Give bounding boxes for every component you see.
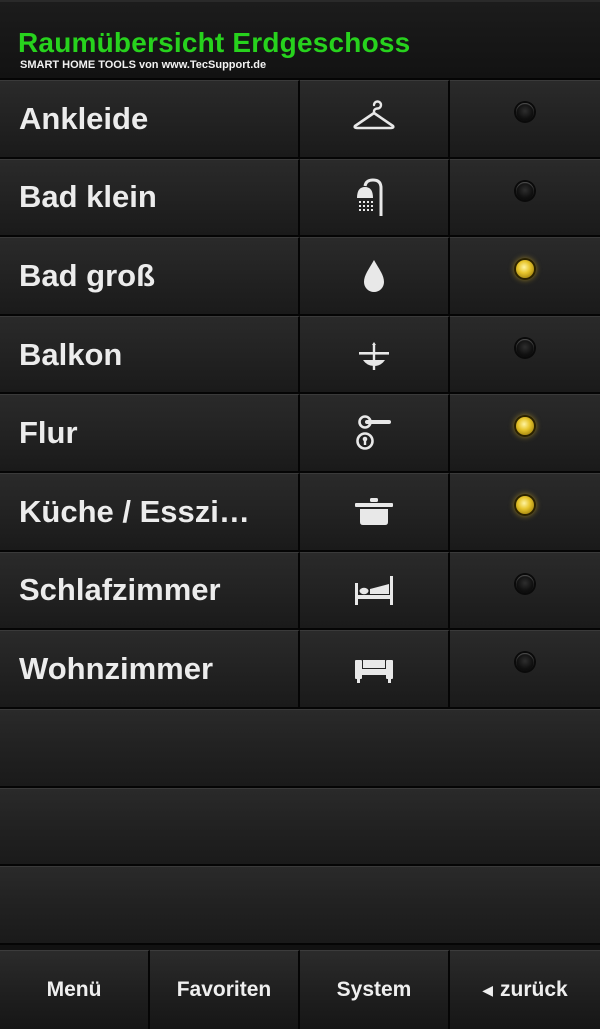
room-name-cell[interactable]: Wohnzimmer bbox=[0, 630, 300, 707]
room-name-cell[interactable]: Bad groß bbox=[0, 237, 300, 314]
status-led-off bbox=[516, 653, 534, 672]
patio-table-icon bbox=[359, 341, 389, 370]
room-status-cell bbox=[450, 472, 600, 550]
system-button-label: System bbox=[336, 978, 412, 1001]
status-led-off bbox=[516, 574, 534, 593]
room-row-bad-gross[interactable]: Bad groß bbox=[0, 237, 600, 316]
header: Raumübersicht Erdgeschoss SMART HOME TOO… bbox=[0, 0, 600, 80]
room-name-cell[interactable]: Flur bbox=[0, 394, 300, 471]
empty-row bbox=[0, 866, 600, 945]
room-status-cell bbox=[450, 158, 600, 236]
cooking-pot-icon bbox=[355, 497, 393, 525]
room-name-cell[interactable]: Küche / Esszi… bbox=[0, 472, 300, 550]
room-icon-cell[interactable] bbox=[300, 158, 450, 236]
back-arrow-icon: ◀ bbox=[482, 981, 494, 998]
room-row-ankleide[interactable]: Ankleide bbox=[0, 80, 600, 159]
empty-list-area bbox=[0, 709, 600, 945]
room-icon-cell[interactable] bbox=[300, 237, 450, 314]
footer-nav: Menü Favoriten System ◀ zurück bbox=[0, 950, 600, 1029]
water-drop-icon bbox=[364, 259, 384, 292]
status-led-off bbox=[516, 181, 534, 200]
room-name-cell[interactable]: Schlafzimmer bbox=[0, 551, 300, 629]
room-label: Bad groß bbox=[19, 257, 156, 293]
system-button[interactable]: System bbox=[300, 950, 450, 1029]
room-label: Ankleide bbox=[19, 100, 149, 136]
status-led-on bbox=[516, 417, 534, 436]
menu-button-label: Menü bbox=[46, 978, 102, 1001]
room-icon-cell[interactable] bbox=[300, 630, 450, 707]
room-row-kueche-esszimmer[interactable]: Küche / Esszi… bbox=[0, 472, 600, 552]
room-label: Balkon bbox=[19, 336, 123, 372]
room-status-cell bbox=[450, 80, 600, 157]
room-name-cell[interactable]: Ankleide bbox=[0, 80, 300, 157]
sofa-icon bbox=[355, 659, 393, 683]
shower-icon bbox=[357, 178, 383, 217]
room-row-flur[interactable]: Flur bbox=[0, 394, 600, 473]
hanger-icon bbox=[353, 100, 395, 130]
room-status-cell bbox=[450, 315, 600, 393]
room-icon-cell[interactable] bbox=[300, 551, 450, 629]
bed-icon bbox=[355, 576, 393, 606]
page-title: Raumübersicht Erdgeschoss bbox=[18, 27, 411, 58]
status-led-on bbox=[516, 260, 534, 279]
room-status-cell bbox=[450, 394, 600, 471]
back-button-label: zurück bbox=[500, 978, 568, 1001]
room-label: Küche / Esszi… bbox=[19, 493, 250, 529]
menu-button[interactable]: Menü bbox=[0, 950, 150, 1029]
room-row-bad-klein[interactable]: Bad klein bbox=[0, 158, 600, 238]
room-name-cell[interactable]: Balkon bbox=[0, 315, 300, 393]
room-status-cell bbox=[450, 630, 600, 707]
room-icon-cell[interactable] bbox=[300, 394, 450, 471]
favorites-button[interactable]: Favoriten bbox=[150, 950, 300, 1029]
back-button[interactable]: ◀ zurück bbox=[450, 950, 600, 1029]
status-led-off bbox=[516, 103, 534, 121]
empty-row bbox=[0, 787, 600, 867]
empty-row bbox=[0, 709, 600, 788]
status-led-off bbox=[516, 338, 534, 357]
door-handle-icon bbox=[356, 415, 391, 450]
room-row-balkon[interactable]: Balkon bbox=[0, 315, 600, 395]
page-subtitle: SMART HOME TOOLS von www.TecSupport.de bbox=[20, 59, 267, 71]
room-row-schlafzimmer[interactable]: Schlafzimmer bbox=[0, 551, 600, 631]
room-icon-cell[interactable] bbox=[300, 80, 450, 157]
room-icon-cell[interactable] bbox=[300, 472, 450, 550]
room-status-cell bbox=[450, 551, 600, 629]
room-label: Flur bbox=[19, 415, 78, 451]
app-window: Raumübersicht Erdgeschoss SMART HOME TOO… bbox=[0, 0, 600, 1029]
room-label: Bad klein bbox=[19, 179, 157, 215]
room-list: Ankleide Bad klein Bad groß Balkon Flur … bbox=[0, 80, 600, 709]
room-icon-cell[interactable] bbox=[300, 315, 450, 393]
room-label: Wohnzimmer bbox=[19, 650, 214, 686]
status-led-on bbox=[516, 495, 534, 514]
room-status-cell bbox=[450, 237, 600, 314]
room-name-cell[interactable]: Bad klein bbox=[0, 158, 300, 236]
room-label: Schlafzimmer bbox=[19, 572, 221, 608]
room-row-wohnzimmer[interactable]: Wohnzimmer bbox=[0, 630, 600, 709]
favorites-button-label: Favoriten bbox=[176, 978, 272, 1001]
